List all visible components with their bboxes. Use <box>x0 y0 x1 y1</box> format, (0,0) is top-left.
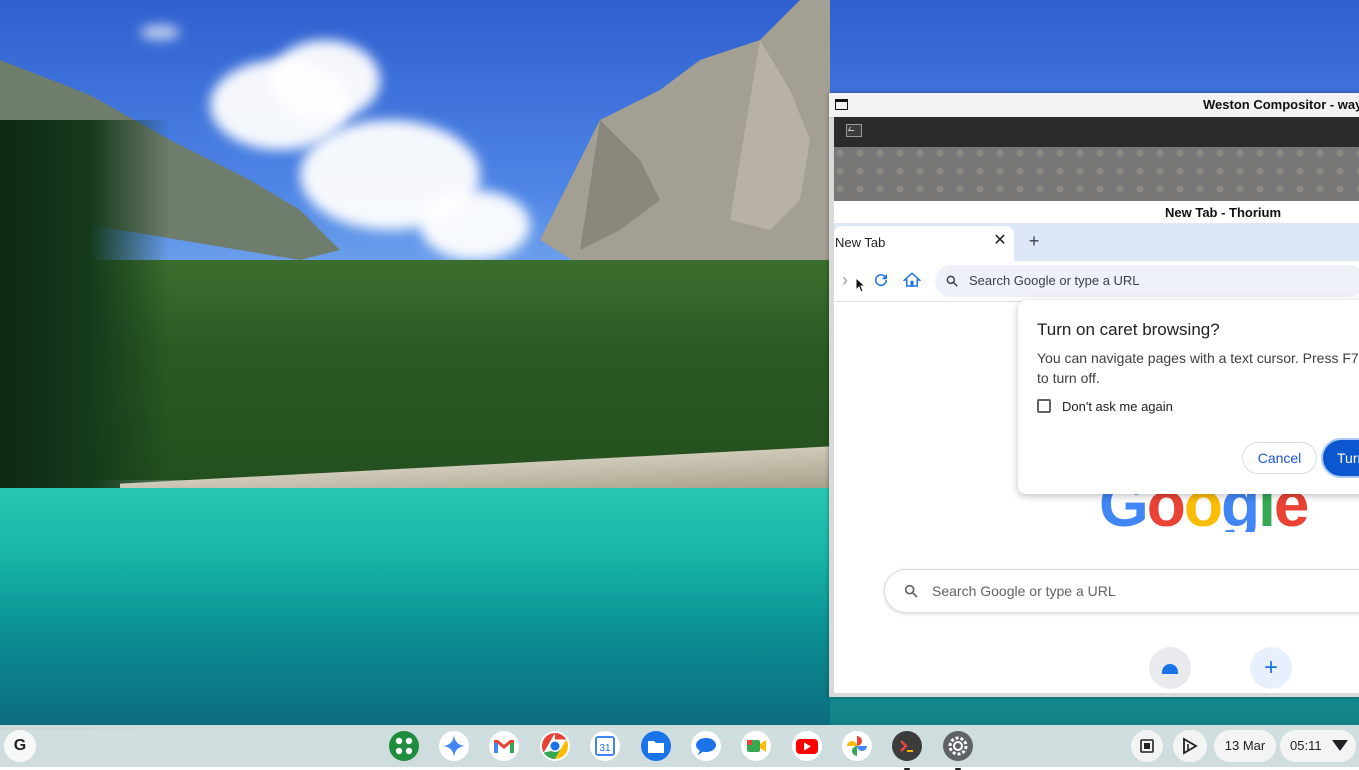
cancel-button[interactable]: Cancel <box>1242 442 1317 474</box>
new-tab-button[interactable]: + <box>1024 231 1044 251</box>
weston-titlebar[interactable]: Weston Compositor - wayla <box>829 93 1359 118</box>
files-icon[interactable] <box>640 730 672 762</box>
chrome-icon[interactable] <box>539 730 571 762</box>
home-icon[interactable] <box>903 271 921 289</box>
browser-titlebar[interactable]: New Tab - Thorium <box>834 201 1359 223</box>
stylus-icon <box>1183 737 1198 755</box>
turn-on-button[interactable]: Turn on <box>1323 440 1359 476</box>
messages-icon[interactable] <box>690 730 722 762</box>
gear-icon <box>943 731 973 761</box>
gmail-icon[interactable] <box>488 730 520 762</box>
close-tab-icon[interactable]: ✕ <box>992 233 1008 249</box>
stylus-tools-button[interactable] <box>1173 730 1207 762</box>
clipboard-icon <box>1140 739 1154 753</box>
reload-icon[interactable] <box>872 271 890 289</box>
ntp-search-placeholder: Search Google or type a URL <box>932 583 1116 599</box>
browser-toolbar: › Search Google or type a URL <box>834 261 1359 302</box>
app-grid-glyph <box>389 731 419 761</box>
photos-icon[interactable] <box>841 730 873 762</box>
gemini-icon[interactable] <box>438 730 470 762</box>
search-icon <box>904 584 918 598</box>
date-button[interactable]: 13 Mar <box>1214 730 1276 762</box>
tab-label: New Tab <box>835 235 886 250</box>
browser-window-title: New Tab - Thorium <box>1165 205 1282 220</box>
dialog-body: You can navigate pages with a text curso… <box>1037 350 1359 386</box>
launcher-button[interactable]: G <box>4 730 36 762</box>
tab-strip: New Tab ✕ + <box>834 223 1359 261</box>
files-glyph <box>641 731 671 761</box>
launcher-icon: G <box>13 737 27 754</box>
tab-new-tab[interactable]: New Tab ✕ <box>834 226 1014 261</box>
meet-icon[interactable] <box>740 730 772 762</box>
settings-icon[interactable] <box>942 730 974 770</box>
youtube-glyph <box>792 731 822 761</box>
terminal-launcher-icon[interactable] <box>846 124 862 137</box>
calendar-icon[interactable]: 31 <box>589 730 621 762</box>
address-bar-placeholder: Search Google or type a URL <box>969 273 1140 288</box>
holding-space-button[interactable] <box>1131 730 1163 762</box>
gmail-glyph <box>489 731 519 761</box>
clock: 05:11 <box>1290 738 1322 753</box>
calendar-day: 31 <box>599 743 611 754</box>
photos-glyph <box>842 731 872 761</box>
terminal-glyph <box>892 731 922 761</box>
shelf: G 31 13 Mar 05:11 <box>0 725 1359 770</box>
search-icon <box>946 275 958 287</box>
weston-background <box>834 147 1359 201</box>
address-bar[interactable]: Search Google or type a URL <box>935 265 1359 297</box>
weston-panel <box>834 117 1359 147</box>
app-grid-icon[interactable] <box>388 730 420 762</box>
gemini-glyph <box>439 731 469 761</box>
mouse-cursor-icon <box>855 277 867 293</box>
status-area-button[interactable]: 05:11 <box>1280 730 1356 762</box>
youtube-icon[interactable] <box>791 730 823 762</box>
messages-glyph <box>691 731 721 761</box>
ntp-search-box[interactable]: Search Google or type a URL <box>884 569 1359 613</box>
add-shortcut-button[interactable]: + <box>1250 647 1292 689</box>
caret-browsing-dialog: Turn on caret browsing? You can navigate… <box>1018 300 1359 494</box>
meet-glyph <box>741 731 771 761</box>
calendar-glyph: 31 <box>590 731 620 761</box>
shortcut-tile[interactable] <box>1149 647 1191 689</box>
dont-ask-checkbox[interactable] <box>1037 399 1051 413</box>
dont-ask-label[interactable]: Don't ask me again <box>1062 399 1173 414</box>
window-icon <box>835 99 848 110</box>
dialog-title: Turn on caret browsing? <box>1037 320 1220 339</box>
weston-title: Weston Compositor - wayla <box>1203 97 1359 112</box>
terminal-icon[interactable] <box>891 730 923 770</box>
chrome-glyph <box>540 731 570 761</box>
web-store-icon <box>1162 664 1178 674</box>
plus-icon: + <box>1263 654 1278 681</box>
wifi-icon <box>1332 740 1348 751</box>
